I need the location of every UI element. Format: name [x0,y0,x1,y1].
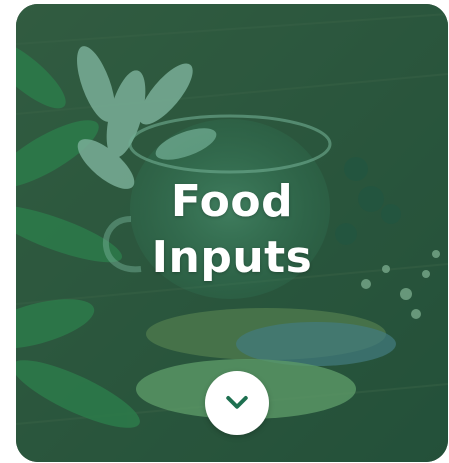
expand-button[interactable] [205,371,269,435]
card-title: Food Inputs [16,174,448,286]
food-inputs-card[interactable]: Food Inputs [16,4,448,462]
card-title-line-1: Food [170,176,294,227]
card-title-line-2: Inputs [151,232,313,283]
chevron-down-icon [226,396,248,409]
